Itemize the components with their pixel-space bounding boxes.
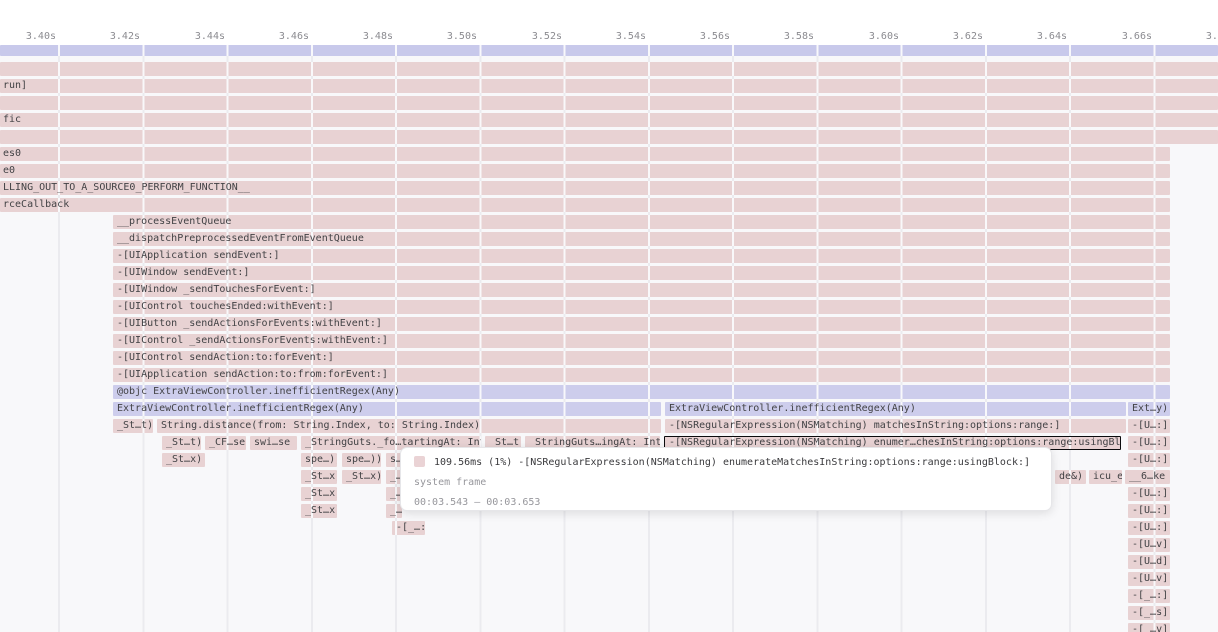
ruler-tick-label: 3.50s: [417, 30, 477, 43]
flame-bar[interactable]: String.distance(from: String.Index, to: …: [157, 419, 661, 433]
time-ruler[interactable]: 3.40s 3.42s 3.44s 3.46s 3.48s 3.50s 3.52s 3.54s…: [0, 0, 1218, 45]
flame-bar[interactable]: [0, 130, 1218, 144]
ruler-tick-label: 3.46s: [249, 30, 309, 43]
flame-bar[interactable]: [0, 45, 1218, 56]
flame-bar[interactable]: -[U…:]: [1128, 487, 1170, 501]
flame-bar[interactable]: _St…t): [113, 419, 153, 433]
flame-bar[interactable]: -[U…:]: [1128, 521, 1170, 535]
ruler-tick-label: 3.62s: [923, 30, 983, 43]
flame-bar[interactable]: -[_…v]: [1128, 623, 1170, 632]
ruler-tick-label: 3.68s: [1176, 30, 1218, 43]
ruler-tick-label: 3.40s: [0, 30, 56, 43]
flame-bar[interactable]: es0: [0, 147, 1170, 161]
ruler-tick-label: 3.52s: [502, 30, 562, 43]
ruler-tick-label: 3.60s: [839, 30, 899, 43]
flame-bar[interactable]: -[_…:]: [392, 521, 425, 535]
flame-bar[interactable]: -[UIWindow _sendTouchesForEvent:]: [113, 283, 1170, 297]
flame-bar[interactable]: run]: [0, 79, 1218, 93]
flame-bar[interactable]: -[UIApplication sendEvent:]: [113, 249, 1170, 263]
flame-bar[interactable]: -[U…v]: [1128, 538, 1170, 552]
ruler-tick-label: 3.56s: [670, 30, 730, 43]
tooltip-title-line: 109.56ms (1%) -[NSRegularExpression(NSMatc…: [414, 453, 1038, 473]
ruler-tick-label: 3.42s: [80, 30, 140, 43]
flame-bar[interactable]: -[U…:]: [1128, 504, 1170, 518]
instruments-flame-graph: 3.40s 3.42s 3.44s 3.46s 3.48s 3.50s 3.52s 3.54s…: [0, 0, 1218, 632]
flame-bar[interactable]: -[NSRegularExpression(NSMatching) matche…: [665, 419, 1126, 433]
flame-bar[interactable]: _St…t): [162, 436, 201, 450]
flame-bar[interactable]: -[UIControl touchesEnded:withEvent:]: [113, 300, 1170, 314]
flame-bar[interactable]: e0: [0, 164, 1170, 178]
flame-bar[interactable]: -[U…v]: [1128, 572, 1170, 586]
tooltip-time-range: 00:03.543 — 00:03.653: [414, 493, 1038, 513]
ruler-tick-label: 3.54s: [586, 30, 646, 43]
flame-bar[interactable]: ExtraViewController.inefficientRegex(Any…: [665, 402, 1126, 416]
flame-bar[interactable]: [0, 62, 1218, 76]
category-color-swatch: [414, 456, 425, 467]
flame-bar[interactable]: -[U…:]: [1128, 453, 1170, 467]
flame-bar[interactable]: _CF…se: [205, 436, 246, 450]
tooltip-duration: 109.56ms: [434, 457, 482, 468]
flame-bar[interactable]: spe…)): [301, 453, 337, 467]
flame-bar[interactable]: icu_e&): [1089, 470, 1122, 484]
flame-bar[interactable]: -[UIWindow sendEvent:]: [113, 266, 1170, 280]
ruler-tick-label: 3.58s: [754, 30, 814, 43]
flame-bar[interactable]: ExtraViewController.inefficientRegex(Any…: [113, 402, 661, 416]
flame-bar[interactable]: -[UIControl _sendActionsForEvents:withEv…: [113, 334, 1170, 348]
flame-bar[interactable]: __dispatchPreprocessedEventFromEventQueu…: [113, 232, 1170, 246]
flame-bar[interactable]: _St…x): [301, 470, 337, 484]
flame-bar[interactable]: _St…x): [342, 470, 381, 484]
ruler-tick-label: 3.66s: [1092, 30, 1152, 43]
flame-bar[interactable]: __6…ke: [1125, 470, 1170, 484]
flame-bar[interactable]: [0, 96, 1218, 110]
flame-bar[interactable]: fic: [0, 113, 1218, 127]
tooltip-percent: (1%): [488, 457, 512, 468]
ruler-tick-label: 3.48s: [333, 30, 393, 43]
flame-bar[interactable]: -[_…:]: [1128, 589, 1170, 603]
flame-bar[interactable]: de&): [1055, 470, 1086, 484]
flame-bar[interactable]: LLING_OUT_TO_A_SOURCE0_PERFORM_FUNCTION_…: [0, 181, 1170, 195]
tooltip-symbol: -[NSRegularExpression(NSMatching) enumer…: [518, 457, 1030, 468]
ruler-tick-label: 3.64s: [1007, 30, 1067, 43]
flame-bar[interactable]: rceCallback: [0, 198, 1170, 212]
flame-bar[interactable]: -[UIApplication sendAction:to:from:forEv…: [113, 368, 1170, 382]
flame-bar[interactable]: _St…x): [162, 453, 205, 467]
ruler-tick-label: 3.44s: [165, 30, 225, 43]
flame-bar[interactable]: __processEventQueue: [113, 215, 1170, 229]
flame-bar[interactable]: @objc ExtraViewController.inefficientReg…: [113, 385, 1170, 399]
flame-bar[interactable]: spe…)): [342, 453, 381, 467]
hover-tooltip: 109.56ms (1%) -[NSRegularExpression(NSMatc…: [400, 447, 1052, 511]
flame-bar[interactable]: -[UIButton _sendActionsForEvents:withEve…: [113, 317, 1170, 331]
flame-bar[interactable]: _St…x): [301, 487, 337, 501]
flame-bar[interactable]: -[U…d]: [1128, 555, 1170, 569]
flame-bar[interactable]: Ext…y): [1128, 402, 1170, 416]
flame-bar[interactable]: -[_…s]: [1128, 606, 1170, 620]
flame-bar[interactable]: swi…se: [250, 436, 297, 450]
flame-bar[interactable]: -[U…:]: [1128, 436, 1170, 450]
flame-bar[interactable]: _St…x): [301, 504, 337, 518]
tooltip-frame-type: system frame: [414, 473, 1038, 493]
flame-bar[interactable]: -[U…:]: [1128, 419, 1170, 433]
flame-bar[interactable]: -[UIControl sendAction:to:forEvent:]: [113, 351, 1170, 365]
